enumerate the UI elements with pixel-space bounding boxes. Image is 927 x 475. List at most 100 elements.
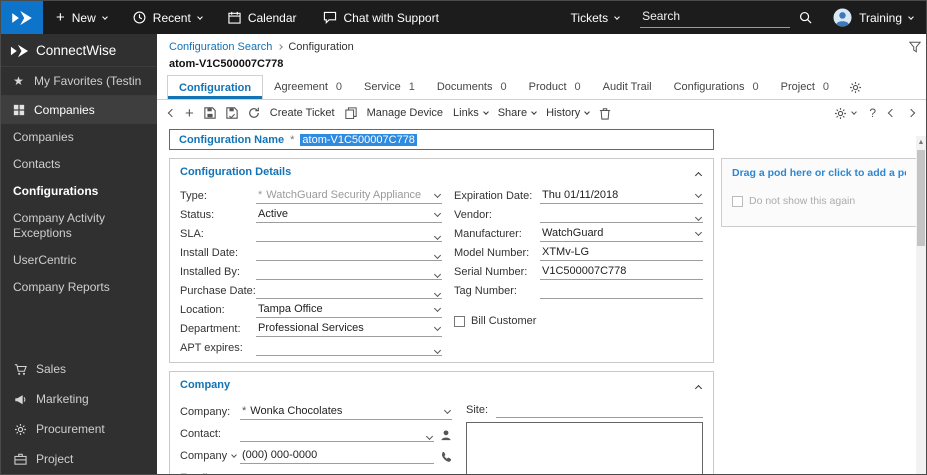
chevron-right-icon [278,44,284,50]
phone-type-dropdown[interactable]: Company [180,450,240,464]
add-button[interactable]: + [185,106,194,121]
tab-audit-trail[interactable]: Audit Trail [592,75,663,99]
next-record-button[interactable] [908,110,914,116]
tab-agreement[interactable]: Agreement0 [263,75,353,99]
sidebar-module-marketing[interactable]: Marketing [1,384,157,414]
do-not-show-again-checkbox[interactable] [732,196,743,207]
manufacturer-dropdown[interactable]: WatchGuard [540,227,703,242]
phone-icon[interactable] [440,451,452,464]
apt-expires-dropdown[interactable] [256,350,442,356]
tab-settings-gear-icon[interactable] [840,75,871,99]
manage-device-button[interactable]: Manage Device [367,107,443,119]
connectwise-logo-icon [11,10,33,26]
connectwise-logo[interactable] [1,1,43,34]
search-icon[interactable] [799,11,812,24]
status-dropdown[interactable]: Active [256,208,442,223]
recent-menu[interactable]: Recent [120,1,215,34]
field-label: Vendor: [454,209,540,223]
expiration-date-dropdown[interactable]: Thu 01/11/2018 [540,189,703,204]
tag-number-input[interactable] [540,296,703,299]
sidebar-item-configurations[interactable]: Configurations [1,178,157,205]
sla-dropdown[interactable] [256,236,442,242]
vendor-dropdown[interactable] [540,217,703,223]
sidebar-item-company-reports[interactable]: Company Reports [1,274,157,301]
location-dropdown[interactable]: Tampa Office [256,303,442,318]
bill-customer-checkbox[interactable] [454,316,465,327]
department-dropdown[interactable]: Professional Services [256,322,442,337]
required-mark: * [242,405,246,417]
contact-person-icon[interactable] [440,429,452,442]
share-menu[interactable]: Share [498,107,536,119]
sidebar-item-companies[interactable]: Companies [1,124,157,151]
vertical-scrollbar[interactable]: ▲ [916,136,926,474]
sidebar-module-procurement[interactable]: Procurement [1,414,157,444]
tab-documents[interactable]: Documents0 [426,75,518,99]
refresh-button[interactable] [248,107,260,119]
sidebar-module-companies[interactable]: Companies [1,96,157,124]
serial-number-input[interactable]: V1C500007C778 [540,265,703,280]
sidebar-brand[interactable]: ConnectWise [1,34,157,66]
module-label: Project [36,452,73,466]
scroll-up-arrow[interactable]: ▲ [916,136,926,149]
sidebar-module-sales[interactable]: Sales [1,354,157,384]
configuration-name-field[interactable]: Configuration Name * atom-V1C500007C778 [169,129,714,150]
model-number-input[interactable]: XTMv-LG [540,246,703,261]
tab-product[interactable]: Product0 [518,75,592,99]
sidebar-item-usercentric[interactable]: UserCentric [1,247,157,274]
help-button[interactable]: ? [869,106,876,120]
settings-gear-menu[interactable] [834,107,856,120]
company-right-column: Site: [466,398,703,474]
collapse-section-button[interactable] [696,380,701,394]
new-menu[interactable]: + New [43,1,120,34]
contact-dropdown[interactable] [240,436,434,442]
sidebar-item-favorites[interactable]: ★ My Favorites (Testin [1,66,157,96]
briefcase-icon [13,453,28,465]
chevron-down-icon [434,271,441,278]
chevron-up-icon [695,385,702,392]
tab-label: Audit Trail [603,81,652,93]
chevron-left-icon [168,109,176,117]
company-dropdown[interactable]: * Wonka Chocolates [240,405,452,420]
back-button[interactable] [169,110,175,116]
pod-message[interactable]: Drag a pod here or click to add a pod [732,167,906,179]
sidebar-item-company-activity-exceptions[interactable]: Company Activity Exceptions [1,205,157,247]
purchase-date-dropdown[interactable] [256,293,442,299]
delete-button[interactable] [599,107,611,120]
user-menu[interactable]: Training [820,1,926,34]
pod-drop-zone[interactable]: Drag a pod here or click to add a pod Do… [721,158,917,227]
configuration-name-value[interactable]: atom-V1C500007C778 [300,134,417,146]
history-menu[interactable]: History [546,107,589,119]
breadcrumb-link[interactable]: Configuration Search [169,41,272,53]
calendar-menu[interactable]: Calendar [215,1,310,34]
collapse-section-button[interactable] [696,167,701,181]
chevron-down-icon [426,433,433,440]
installed-by-dropdown[interactable] [256,274,442,280]
scrollbar-thumb[interactable] [917,150,925,246]
tab-project[interactable]: Project0 [770,75,840,99]
install-date-dropdown[interactable] [256,255,442,261]
field-company: Company: * Wonka Chocolates [180,398,452,420]
save-close-button[interactable] [226,107,238,119]
tab-configurations[interactable]: Configurations0 [663,75,770,99]
create-ticket-button[interactable]: Create Ticket [270,107,335,119]
bill-customer-label: Bill Customer [471,315,536,327]
chevron-down-icon [102,14,108,20]
site-field[interactable] [496,415,703,418]
address-textarea[interactable] [466,422,703,474]
tab-service[interactable]: Service1 [353,75,426,99]
email-envelope-icon[interactable]: ✉ [441,472,452,474]
links-menu[interactable]: Links [453,107,488,119]
sidebar-module-project[interactable]: Project [1,444,157,474]
filter-funnel-icon[interactable] [909,41,921,53]
copy-button[interactable] [345,107,357,119]
prev-record-button[interactable] [889,110,895,116]
tab-configuration[interactable]: Configuration [167,75,263,99]
phone-input[interactable]: (000) 000-0000 [240,449,434,464]
chat-with-support[interactable]: Chat with Support [310,1,452,34]
type-dropdown[interactable]: * WatchGuard Security Appliance [256,189,442,204]
save-button[interactable] [204,107,216,119]
chevron-down-icon [614,14,620,20]
search-input[interactable] [640,7,790,28]
tickets-menu[interactable]: Tickets [558,1,633,34]
sidebar-item-contacts[interactable]: Contacts [1,151,157,178]
